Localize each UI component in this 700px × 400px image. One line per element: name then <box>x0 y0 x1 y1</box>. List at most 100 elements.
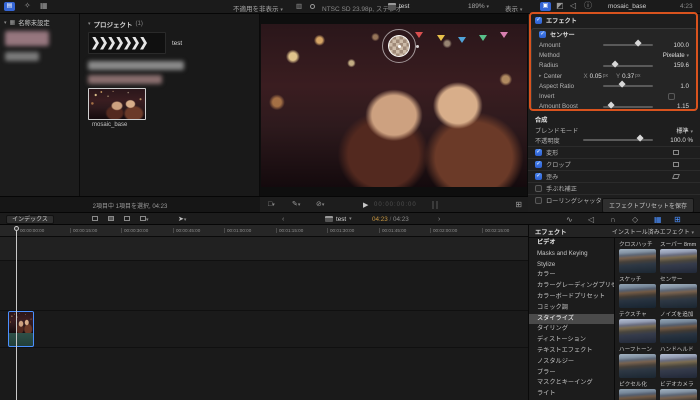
censor-enable-checkbox[interactable]: ✓ <box>539 31 546 38</box>
retime-popup-icon[interactable]: ⊘▾ <box>316 201 324 209</box>
category-item[interactable]: ノスタルジー <box>529 357 614 368</box>
viewer-zoom-popup[interactable]: 189% ▾ <box>468 3 489 10</box>
effect-thumbnail[interactable] <box>660 389 697 400</box>
invert-checkbox[interactable] <box>668 93 675 101</box>
filter-popup-button[interactable]: 不適用を非表示 ▾ <box>233 3 283 13</box>
category-item[interactable]: テキストエフェクト <box>529 346 614 357</box>
play-button-icon[interactable]: ▶ <box>363 201 368 209</box>
category-item[interactable]: ビデオ <box>529 238 614 249</box>
project-thumbnail[interactable] <box>88 32 166 54</box>
project-name-label[interactable]: test <box>172 40 182 47</box>
crop-icon[interactable] <box>673 161 679 167</box>
effect-thumbnail[interactable] <box>619 249 656 273</box>
category-item-selected[interactable]: スタイライズ <box>529 313 614 325</box>
category-item[interactable]: マスクとキーイング <box>529 378 614 389</box>
censored-library-item[interactable] <box>5 52 39 61</box>
stabilization-checkbox[interactable] <box>535 184 542 192</box>
aspect-ratio-slider[interactable] <box>603 80 653 88</box>
amount-slider[interactable] <box>603 39 653 47</box>
transform-checkbox[interactable]: ✓ <box>535 148 542 156</box>
censored-library-item[interactable] <box>5 31 49 46</box>
timeline-forward-icon[interactable]: › <box>438 216 440 223</box>
center-x-field[interactable]: 0.05 <box>590 73 602 80</box>
timeline-back-icon[interactable]: ‹ <box>282 216 284 223</box>
clip-name-label[interactable]: mosaic_base <box>92 122 127 128</box>
category-item[interactable]: カラーグレーディングプリセ… <box>529 281 614 292</box>
effect-thumbnail[interactable] <box>619 389 656 400</box>
timeline-project-nav[interactable]: test ▾ <box>325 216 352 223</box>
photos-audio-icon[interactable]: ✧ <box>24 2 31 10</box>
clip-thumbnail[interactable] <box>88 88 146 120</box>
category-item[interactable]: コミック調 <box>529 303 614 314</box>
effect-thumbnail[interactable] <box>619 319 656 343</box>
timeline[interactable] <box>0 237 528 400</box>
category-item[interactable]: カラーボードプリセット <box>529 292 614 303</box>
amount-boost-slider[interactable] <box>603 101 653 109</box>
censored-browser-item[interactable] <box>88 61 184 70</box>
save-effects-preset-button[interactable]: エフェクトプリセットを保存 <box>601 198 694 212</box>
effect-thumbnail[interactable] <box>619 354 656 378</box>
installed-effects-popup[interactable]: インストール済みエフェクト ▾ <box>612 227 694 236</box>
amount-value[interactable]: 100.0 <box>657 42 689 49</box>
censor-radius-handle[interactable] <box>416 45 419 48</box>
category-item[interactable]: Stylize <box>529 260 614 271</box>
censored-browser-item[interactable] <box>88 75 162 84</box>
append-clip-icon[interactable] <box>124 216 130 221</box>
opacity-slider[interactable] <box>583 134 653 143</box>
timeline-zoom-icon[interactable]: ⊞ <box>674 215 681 224</box>
clip-appearance-icon[interactable]: ▦ <box>654 215 662 224</box>
select-tool-popup[interactable]: ➤▾ <box>178 215 186 223</box>
radius-slider[interactable] <box>603 60 653 68</box>
playhead-line[interactable] <box>16 226 17 400</box>
effect-thumbnail[interactable] <box>619 284 656 308</box>
insert-clip-icon[interactable] <box>108 216 114 221</box>
blend-mode-popup[interactable]: 標準 ▾ <box>676 126 693 135</box>
library-name[interactable]: 名称未設定 <box>18 18 49 27</box>
center-y-field[interactable]: 0.37 <box>622 73 634 80</box>
browser-sidebar-icon[interactable]: ▤ <box>4 2 15 11</box>
effect-thumbnail[interactable] <box>660 249 697 273</box>
category-item[interactable]: カラー <box>529 270 614 281</box>
solo-icon[interactable]: ∩ <box>610 215 616 224</box>
playhead-knob[interactable] <box>13 226 19 231</box>
effects-enable-checkbox[interactable]: ✓ <box>535 17 542 24</box>
aspect-ratio-value[interactable]: 1.0 <box>657 83 689 90</box>
disclosure-triangle-icon[interactable]: ▸ <box>539 73 542 79</box>
distort-icon[interactable] <box>672 173 680 179</box>
distort-checkbox[interactable]: ✓ <box>535 172 542 180</box>
category-item[interactable]: ディストーション <box>529 335 614 346</box>
effect-thumbnail[interactable] <box>660 319 697 343</box>
opacity-value[interactable]: 100.0 % <box>657 137 693 144</box>
category-item[interactable]: タイリング <box>529 324 614 335</box>
clip-appearance-icon[interactable]: ▥ <box>296 3 302 11</box>
crop-checkbox[interactable]: ✓ <box>535 160 542 168</box>
transform-popup-icon[interactable]: □▾ <box>268 201 275 209</box>
overwrite-clip-icon[interactable]: ▾ <box>140 216 149 223</box>
index-button[interactable]: インデックス <box>6 214 54 224</box>
radius-value[interactable]: 159.6 <box>657 62 689 69</box>
effect-thumbnail[interactable] <box>660 354 697 378</box>
category-item[interactable]: ライト <box>529 389 614 400</box>
color-inspector-tab-icon[interactable]: ◩ <box>556 2 564 10</box>
timeline-ruler[interactable]: 00:00:00:00 00:00:15:00 00:00:30:00 00:0… <box>0 225 528 237</box>
snapping-icon[interactable]: ◇ <box>632 215 638 224</box>
titles-generators-icon[interactable]: ▦ <box>40 2 48 10</box>
amount-boost-value[interactable]: 1.15 <box>657 103 689 110</box>
censor-center-handle[interactable] <box>398 45 401 48</box>
timeline-clip-selected[interactable] <box>8 311 34 347</box>
search-icon[interactable] <box>310 4 315 9</box>
category-item[interactable]: Masks and Keying <box>529 249 614 260</box>
category-item[interactable]: ブラー <box>529 368 614 379</box>
method-popup[interactable]: Pixelate ▾ <box>663 52 689 59</box>
skimming-icon[interactable]: ∿ <box>566 215 573 224</box>
disclosure-triangle-icon[interactable]: ▾ <box>88 21 91 27</box>
transform-icon[interactable] <box>673 149 679 155</box>
info-inspector-tab-icon[interactable]: ⓘ <box>584 2 592 10</box>
disclosure-triangle-icon[interactable]: ▾ <box>4 20 7 26</box>
viewer-view-popup[interactable]: 表示 ▾ <box>505 3 522 13</box>
video-inspector-tab-icon[interactable]: ▣ <box>540 2 551 11</box>
rolling-shutter-checkbox[interactable] <box>535 196 542 204</box>
fullscreen-icon[interactable]: ⊞ <box>515 201 522 209</box>
audio-inspector-tab-icon[interactable]: ◁ <box>570 2 576 10</box>
audio-skimming-icon[interactable]: ◁ <box>588 215 594 224</box>
